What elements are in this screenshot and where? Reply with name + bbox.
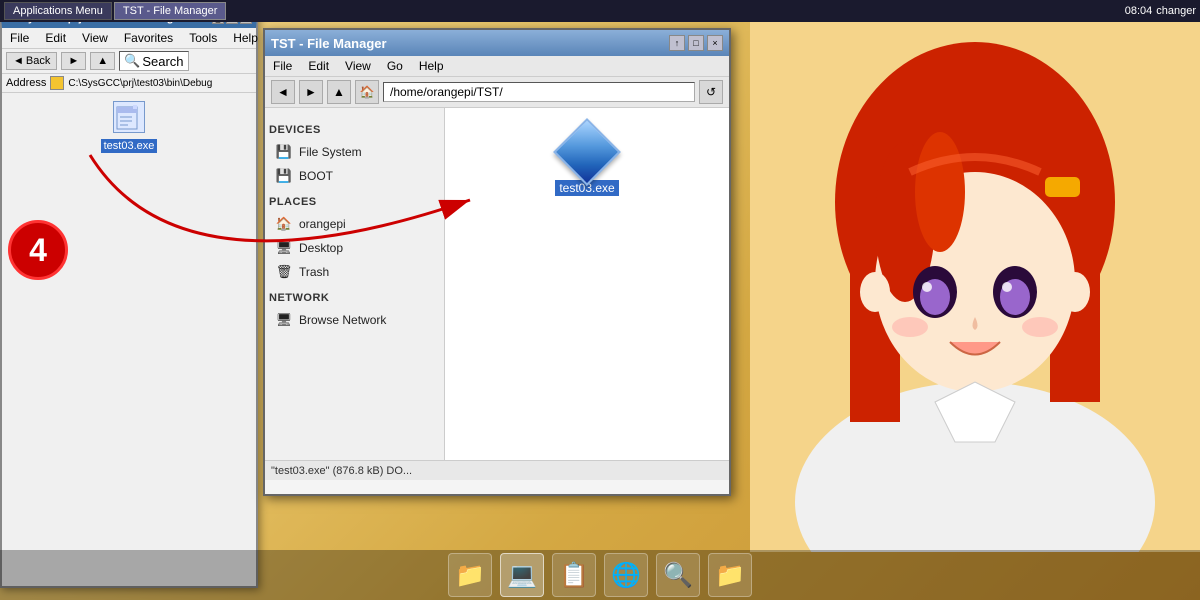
menu-file[interactable]: File <box>6 30 33 46</box>
filesystem-label: File System <box>299 145 362 159</box>
explorer-window: C:\SysGCC\prj\test03\bin\Debug _ □ × Fil… <box>0 8 258 588</box>
fm-sidebar: DEVICES 💾 File System 💾 BOOT PLACES 🏠 or… <box>265 108 445 460</box>
fm-menu-file[interactable]: File <box>271 58 294 74</box>
fm-minimize-button[interactable]: ↑ <box>669 35 685 51</box>
back-label: Back <box>26 55 50 67</box>
fm-menu-go[interactable]: Go <box>385 58 405 74</box>
fm-up-button[interactable]: ▲ <box>327 80 351 104</box>
fm-content-area: test03.exe <box>445 108 729 460</box>
fm-close-button[interactable]: × <box>707 35 723 51</box>
dock-item-terminal[interactable]: 💻 <box>500 553 544 597</box>
forward-arrow-icon: ► <box>68 55 79 67</box>
dock-item-search[interactable]: 🔍 <box>656 553 700 597</box>
fm-taskbar-tab[interactable]: TST - File Manager <box>114 2 227 20</box>
orangepi-label: orangepi <box>299 217 346 231</box>
fm-status-bar: "test03.exe" (876.8 kB) DO... <box>265 460 729 480</box>
anime-character <box>750 22 1200 552</box>
explorer-file-label: test03.exe <box>101 139 158 153</box>
changer-label[interactable]: changer <box>1156 5 1196 17</box>
menu-help[interactable]: Help <box>229 30 262 46</box>
fm-forward-button[interactable]: ► <box>299 80 323 104</box>
time-display: 08:04 <box>1125 5 1153 17</box>
back-arrow-icon: ◄ <box>13 55 24 67</box>
network-icon: 🖥 <box>275 311 293 329</box>
address-folder-icon <box>50 76 64 90</box>
sidebar-item-trash[interactable]: 🗑 Trash <box>269 260 440 284</box>
explorer-file-item[interactable]: test03.exe <box>101 101 158 153</box>
orangepi-icon: 🏠 <box>275 215 293 233</box>
filesystem-icon: 💾 <box>275 143 293 161</box>
search-icon: 🔍 <box>124 53 140 69</box>
fm-refresh-button[interactable]: ↺ <box>699 80 723 104</box>
taskbar-bottom: 📁 💻 📋 🌐 🔍 📁 <box>0 550 1200 600</box>
explorer-menu-bar: File Edit View Favorites Tools Help <box>2 28 256 49</box>
fm-maximize-button[interactable]: □ <box>688 35 704 51</box>
back-button[interactable]: ◄ Back <box>6 52 57 70</box>
menu-edit[interactable]: Edit <box>41 30 70 46</box>
fm-menu-bar: File Edit View Go Help <box>265 56 729 77</box>
dock-item-files[interactable]: 📁 <box>708 553 752 597</box>
search-label: Search <box>142 54 183 69</box>
desktop-label: Desktop <box>299 241 343 255</box>
dock-item-browser[interactable]: 🌐 <box>604 553 648 597</box>
dock-item-clipboard[interactable]: 📋 <box>552 553 596 597</box>
menu-view[interactable]: View <box>78 30 112 46</box>
fm-address-field[interactable]: /home/orangepi/TST/ <box>383 82 695 102</box>
sidebar-item-boot[interactable]: 💾 BOOT <box>269 164 440 188</box>
fm-title-controls: ↑ □ × <box>669 35 723 51</box>
address-path[interactable]: C:\SysGCC\prj\test03\bin\Debug <box>68 78 212 89</box>
fm-title-bar: TST - File Manager ↑ □ × <box>265 30 729 56</box>
explorer-toolbar: ◄ Back ► ▲ 🔍 Search <box>2 49 256 74</box>
fm-file-item[interactable]: test03.exe <box>555 128 618 196</box>
trash-label: Trash <box>299 265 329 279</box>
address-bar: Address C:\SysGCC\prj\test03\bin\Debug <box>2 74 256 93</box>
diamond-exe-icon <box>553 118 621 186</box>
places-section-label: PLACES <box>269 196 440 208</box>
fm-address-bar: /home/orangepi/TST/ ↺ <box>383 80 723 104</box>
menu-favorites[interactable]: Favorites <box>120 30 177 46</box>
devices-section-label: DEVICES <box>269 124 440 136</box>
sidebar-item-browse-network[interactable]: 🖥 Browse Network <box>269 308 440 332</box>
fm-menu-edit[interactable]: Edit <box>306 58 331 74</box>
file-icon-win <box>113 101 145 133</box>
up-arrow-icon: ▲ <box>97 55 108 67</box>
network-section-label: NETWORK <box>269 292 440 304</box>
fm-menu-view[interactable]: View <box>343 58 373 74</box>
up-button[interactable]: ▲ <box>90 52 115 70</box>
step-circle: 4 <box>8 220 68 280</box>
fm-title: TST - File Manager <box>271 36 387 51</box>
fm-main-area: DEVICES 💾 File System 💾 BOOT PLACES 🏠 or… <box>265 108 729 460</box>
taskbar-time: 08:04 changer <box>1125 5 1196 17</box>
taskbar-top-left: Applications Menu TST - File Manager <box>4 2 226 20</box>
desktop-icon: 🖥 <box>275 239 293 257</box>
boot-icon: 💾 <box>275 167 293 185</box>
explorer-content: test03.exe <box>2 93 256 161</box>
sidebar-item-filesystem[interactable]: 💾 File System <box>269 140 440 164</box>
fm-status-text: "test03.exe" (876.8 kB) DO... <box>271 465 412 477</box>
menu-tools[interactable]: Tools <box>185 30 221 46</box>
taskbar-top: Applications Menu TST - File Manager 08:… <box>0 0 1200 22</box>
applications-menu-button[interactable]: Applications Menu <box>4 2 112 20</box>
address-label: Address <box>6 77 46 89</box>
sidebar-item-desktop[interactable]: 🖥 Desktop <box>269 236 440 260</box>
forward-button[interactable]: ► <box>61 52 86 70</box>
fm-home-button[interactable]: 🏠 <box>355 80 379 104</box>
dock-item-folder[interactable]: 📁 <box>448 553 492 597</box>
browse-network-label: Browse Network <box>299 313 386 327</box>
fm-file-icon <box>563 128 611 176</box>
sidebar-item-orangepi[interactable]: 🏠 orangepi <box>269 212 440 236</box>
file-manager-window: TST - File Manager ↑ □ × File Edit View … <box>263 28 731 496</box>
boot-label: BOOT <box>299 169 333 183</box>
fm-back-button[interactable]: ◄ <box>271 80 295 104</box>
search-toolbar[interactable]: 🔍 Search <box>119 51 188 71</box>
fm-menu-help[interactable]: Help <box>417 58 446 74</box>
fm-toolbar: ◄ ► ▲ 🏠 /home/orangepi/TST/ ↺ <box>265 77 729 108</box>
trash-icon: 🗑 <box>275 263 293 281</box>
